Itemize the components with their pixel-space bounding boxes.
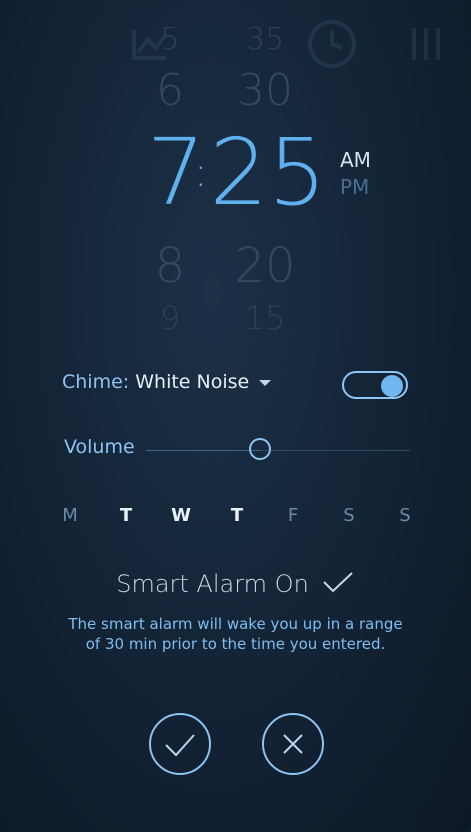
day-sunday[interactable]: S	[390, 505, 420, 526]
chime-dropdown[interactable]: Chime: White Noise	[62, 371, 272, 393]
minute-option[interactable]: 30	[222, 64, 308, 118]
volume-label: Volume	[64, 436, 135, 458]
volume-slider-fill	[146, 450, 260, 451]
toggle-knob	[381, 375, 403, 397]
day-thursday[interactable]: T	[222, 505, 252, 526]
hour-option[interactable]: 8	[130, 238, 210, 294]
chime-row: Chime: White Noise	[62, 369, 412, 403]
check-icon	[321, 570, 355, 600]
confirm-button[interactable]	[149, 713, 211, 775]
smart-alarm-description: The smart alarm will wake you up in a ra…	[50, 614, 421, 654]
day-friday[interactable]: F	[278, 505, 308, 526]
day-tuesday[interactable]: T	[111, 505, 141, 526]
pm-option[interactable]: PM	[340, 175, 380, 199]
description-line: The smart alarm will wake you up in a ra…	[68, 615, 403, 633]
smart-alarm-title[interactable]: Smart Alarm On	[0, 570, 471, 600]
cancel-button[interactable]	[262, 713, 324, 775]
alarm-screen: 5 35 6 30 7 : 25 8 20 9 15 AM PM Chime: …	[0, 0, 471, 832]
minute-option[interactable]: 35	[222, 22, 308, 58]
check-icon	[165, 734, 195, 757]
background-menu-icon	[412, 28, 440, 60]
chevron-down-icon[interactable]	[259, 379, 272, 386]
minute-option[interactable]: 20	[222, 238, 308, 294]
chime-toggle[interactable]	[342, 371, 408, 399]
volume-slider-handle[interactable]	[248, 438, 271, 460]
day-wednesday[interactable]: W	[166, 505, 196, 526]
day-monday[interactable]: M	[55, 505, 85, 526]
minute-option[interactable]: 15	[222, 298, 308, 338]
hour-option[interactable]: 5	[130, 22, 210, 58]
description-line: of 30 min prior to the time you entered.	[85, 635, 386, 653]
volume-row: Volume	[62, 434, 412, 468]
day-saturday[interactable]: S	[334, 505, 364, 526]
selected-minute[interactable]: 25	[208, 118, 328, 228]
smart-alarm-label: Smart Alarm On	[116, 570, 309, 598]
am-option[interactable]: AM	[340, 148, 380, 172]
chime-value: White Noise	[135, 371, 250, 393]
hour-option[interactable]: 6	[130, 64, 210, 118]
chime-label: Chime:	[62, 371, 136, 393]
weekday-selector: M T W T F S S	[40, 505, 430, 533]
time-separator: :	[194, 150, 208, 196]
hour-option[interactable]: 9	[130, 298, 210, 338]
background-clock-icon	[308, 20, 356, 68]
close-icon	[283, 734, 303, 754]
